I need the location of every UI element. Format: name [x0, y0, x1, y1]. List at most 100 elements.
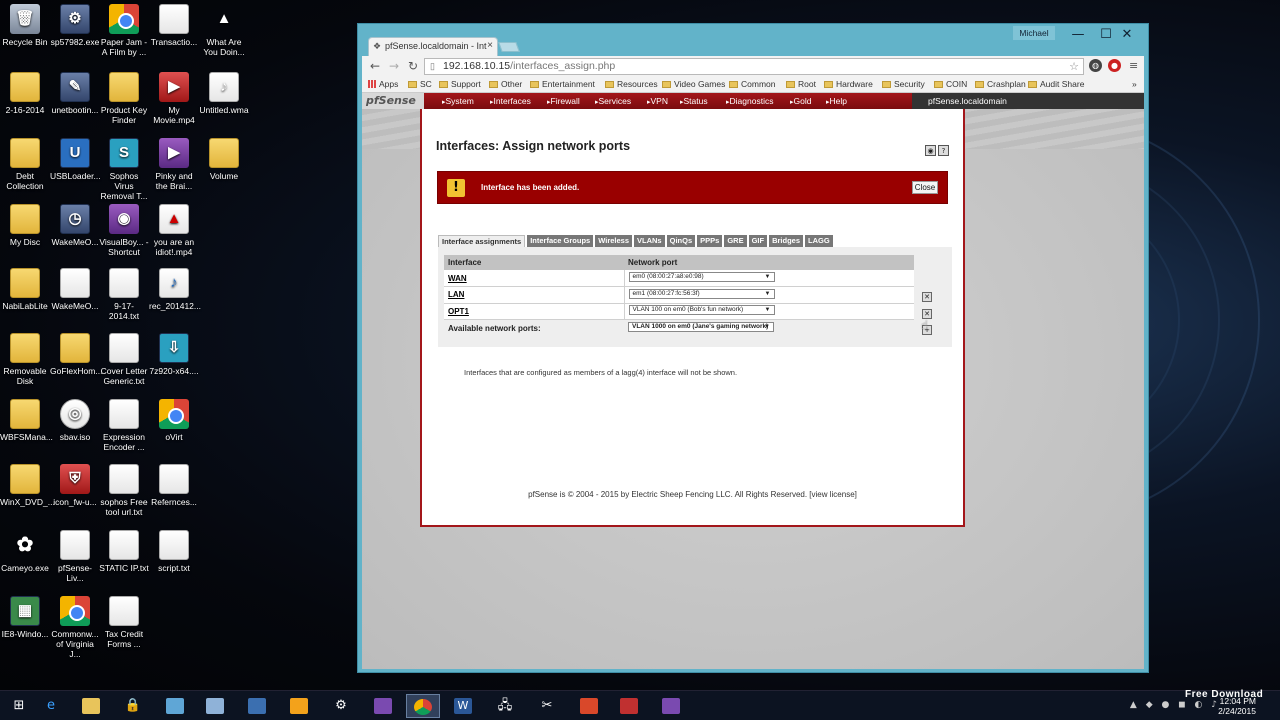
outlook-icon[interactable] [282, 694, 316, 718]
chrome-taskbar-icon[interactable] [406, 694, 440, 718]
bookmark-folder[interactable]: Security [882, 79, 925, 89]
vs-icon[interactable] [654, 694, 688, 718]
tab-interface-groups[interactable]: Interface Groups [527, 235, 594, 247]
tab-vlans[interactable]: VLANs [634, 235, 665, 247]
desktop-icon[interactable]: ⚙ sp57982.exe [50, 4, 100, 47]
tab-ppps[interactable]: PPPs [697, 235, 723, 247]
menu-services[interactable]: Services [595, 96, 632, 106]
tab-qinqs[interactable]: QinQs [666, 235, 696, 247]
desktop-icon[interactable]: ◷ WakeMeO... [50, 204, 100, 247]
bookmark-star-icon[interactable]: ☆ [1069, 60, 1079, 73]
close-icon[interactable]: ✕ [1106, 25, 1148, 45]
system-tray[interactable]: ▲ ◆ ● ◼ ◐ ♪ [1130, 700, 1220, 710]
desktop-icon[interactable]: ◎ sbav.iso [50, 399, 100, 442]
network-icon[interactable]: 🖧 [488, 694, 522, 718]
desktop-icon[interactable]: ▶ My Movie.mp4 [149, 72, 199, 125]
media-icon[interactable] [612, 694, 646, 718]
pfsense-logo[interactable]: pfSense [362, 93, 424, 109]
settings-gear-icon[interactable]: ⚙ [324, 694, 358, 718]
desktop-icon[interactable]: 🗑 Recycle Bin [0, 4, 50, 47]
bookmark-folder[interactable]: Hardware [824, 79, 873, 89]
port-select-wan[interactable]: em0 (08:00:27:a8:e0:98) [628, 272, 775, 282]
interface-link-opt1[interactable]: OPT1 [448, 307, 469, 316]
status-icon[interactable]: ◉ [925, 145, 936, 156]
menu-vpn[interactable]: VPN [647, 96, 668, 106]
lock-app-icon[interactable]: 🔒 [116, 694, 150, 718]
close-alert-button[interactable]: Close [912, 181, 938, 194]
new-tab-button[interactable] [498, 42, 520, 52]
desktop-icon[interactable]: My Disc [0, 204, 50, 247]
desktop-icon[interactable]: GoFlexHom... [50, 333, 102, 376]
desktop-icon[interactable]: Expression Encoder ... [99, 399, 149, 452]
address-bar[interactable]: ▯ 192.168.10.15/interfaces_assign.php ☆ [424, 58, 1084, 75]
tab-gif[interactable]: GIF [748, 235, 768, 247]
interface-link-lan[interactable]: LAN [448, 290, 464, 299]
desktop-icon[interactable]: ▶ Pinky and the Brai... [149, 138, 199, 191]
port-select-lan[interactable]: em1 (08:00:27:fc:56:3f) [628, 288, 775, 299]
desktop-icon[interactable]: 9-17-2014.txt [99, 268, 149, 321]
menu-icon[interactable]: ≡ [1129, 59, 1138, 72]
forward-icon[interactable]: → [389, 59, 399, 73]
desktop-icon[interactable]: pfSense-Liv... [50, 530, 100, 583]
desktop-icon[interactable]: STATIC IP.txt [99, 530, 149, 573]
internet-explorer-icon[interactable]: e [34, 694, 68, 718]
remote-desktop-icon[interactable] [240, 694, 274, 718]
menu-firewall[interactable]: Firewall [547, 96, 580, 106]
desktop-icon[interactable]: ▲ What Are You Doin... [199, 4, 249, 57]
file-explorer-icon[interactable] [74, 694, 108, 718]
bookmark-folder[interactable]: Root [786, 79, 816, 89]
desktop-icon[interactable]: ✎ unetbootin... [50, 72, 100, 115]
browser-tab[interactable]: ❖ pfSense.localdomain - Int × [368, 37, 498, 56]
rdp-icon[interactable] [572, 694, 606, 718]
tab-interface-assignments[interactable]: Interface assignments [438, 235, 526, 247]
tab-gre[interactable]: GRE [724, 235, 747, 247]
desktop-icon[interactable]: Product Key Finder [99, 72, 149, 125]
desktop-icon[interactable]: ⇩ 7z920-x64.... [149, 333, 199, 376]
port-select-opt1[interactable]: VLAN 100 on em0 (Bob's fun network) [628, 305, 775, 316]
desktop-icon[interactable]: Paper Jam - A Film by ... [99, 4, 149, 57]
reload-icon[interactable]: ↻ [408, 59, 418, 73]
vs-icon[interactable] [366, 694, 400, 718]
desktop-icon[interactable]: Transactio... [149, 4, 199, 47]
menu-system[interactable]: System [442, 96, 474, 106]
menu-help[interactable]: Help [826, 96, 847, 106]
bookmark-folder[interactable]: Entertainment [530, 79, 595, 89]
desktop-icon[interactable]: ✿ Cameyo.exe [0, 530, 50, 573]
extension-icon[interactable]: ◍ [1089, 59, 1102, 72]
adblock-extension-icon[interactable]: ● [1108, 59, 1121, 72]
desktop-icon[interactable]: ♪ Untitled.wma [199, 72, 249, 115]
calculator-icon[interactable] [198, 694, 232, 718]
bookmark-folder[interactable]: Other [489, 79, 522, 89]
bookmark-folder[interactable]: COIN [934, 79, 967, 89]
more-bookmarks-icon[interactable]: » [1132, 79, 1137, 89]
minimize-icon[interactable]: — [1064, 25, 1092, 45]
tab-lagg[interactable]: LAGG [805, 235, 833, 247]
desktop-icon[interactable]: ▲ you are an idiot!.mp4 [149, 204, 199, 257]
menu-gold[interactable]: Gold [790, 96, 812, 106]
bookmark-apps[interactable]: Apps [368, 79, 398, 89]
tools-icon[interactable]: ✂ [530, 694, 564, 718]
bookmark-folder[interactable]: Common [729, 79, 775, 89]
close-tab-icon[interactable]: × [487, 40, 493, 51]
desktop-icon[interactable]: S Sophos Virus Removal T... [99, 138, 149, 201]
desktop-icon[interactable]: Cover Letter Generic.txt [99, 333, 149, 386]
tab-wireless[interactable]: Wireless [595, 235, 633, 247]
start-icon[interactable]: ⊞ [2, 694, 36, 718]
desktop-icon[interactable]: Volume [199, 138, 249, 181]
desktop-icon[interactable]: ♪ rec_201412... [149, 268, 201, 311]
desktop-icon[interactable]: ◉ VisualBoy... - Shortcut [99, 204, 149, 257]
desktop-icon[interactable]: script.txt [149, 530, 199, 573]
menu-status[interactable]: Status [680, 96, 708, 106]
desktop-icon[interactable]: Refernces... [149, 464, 199, 507]
menu-diagnostics[interactable]: Diagnostics [726, 96, 774, 106]
desktop-icon[interactable]: Removable Disk [0, 333, 50, 386]
desktop-icon[interactable]: ⛨ icon_fw-u... [50, 464, 100, 507]
bookmark-folder[interactable]: Crashplan [975, 79, 1026, 89]
title-bar[interactable]: ❖ pfSense.localdomain - Int × Michael — … [358, 24, 1148, 56]
available-port-select[interactable]: VLAN 1000 on em0 (Jane's gaming network) [628, 322, 774, 332]
desktop-icon[interactable]: Commonw... of Virginia J... [50, 596, 100, 659]
bookmark-folder[interactable]: Resources [605, 79, 658, 89]
desktop-icon[interactable]: U USBLoader... [50, 138, 101, 181]
interface-link-wan[interactable]: WAN [448, 274, 467, 283]
profile-button[interactable]: Michael [1013, 26, 1055, 40]
